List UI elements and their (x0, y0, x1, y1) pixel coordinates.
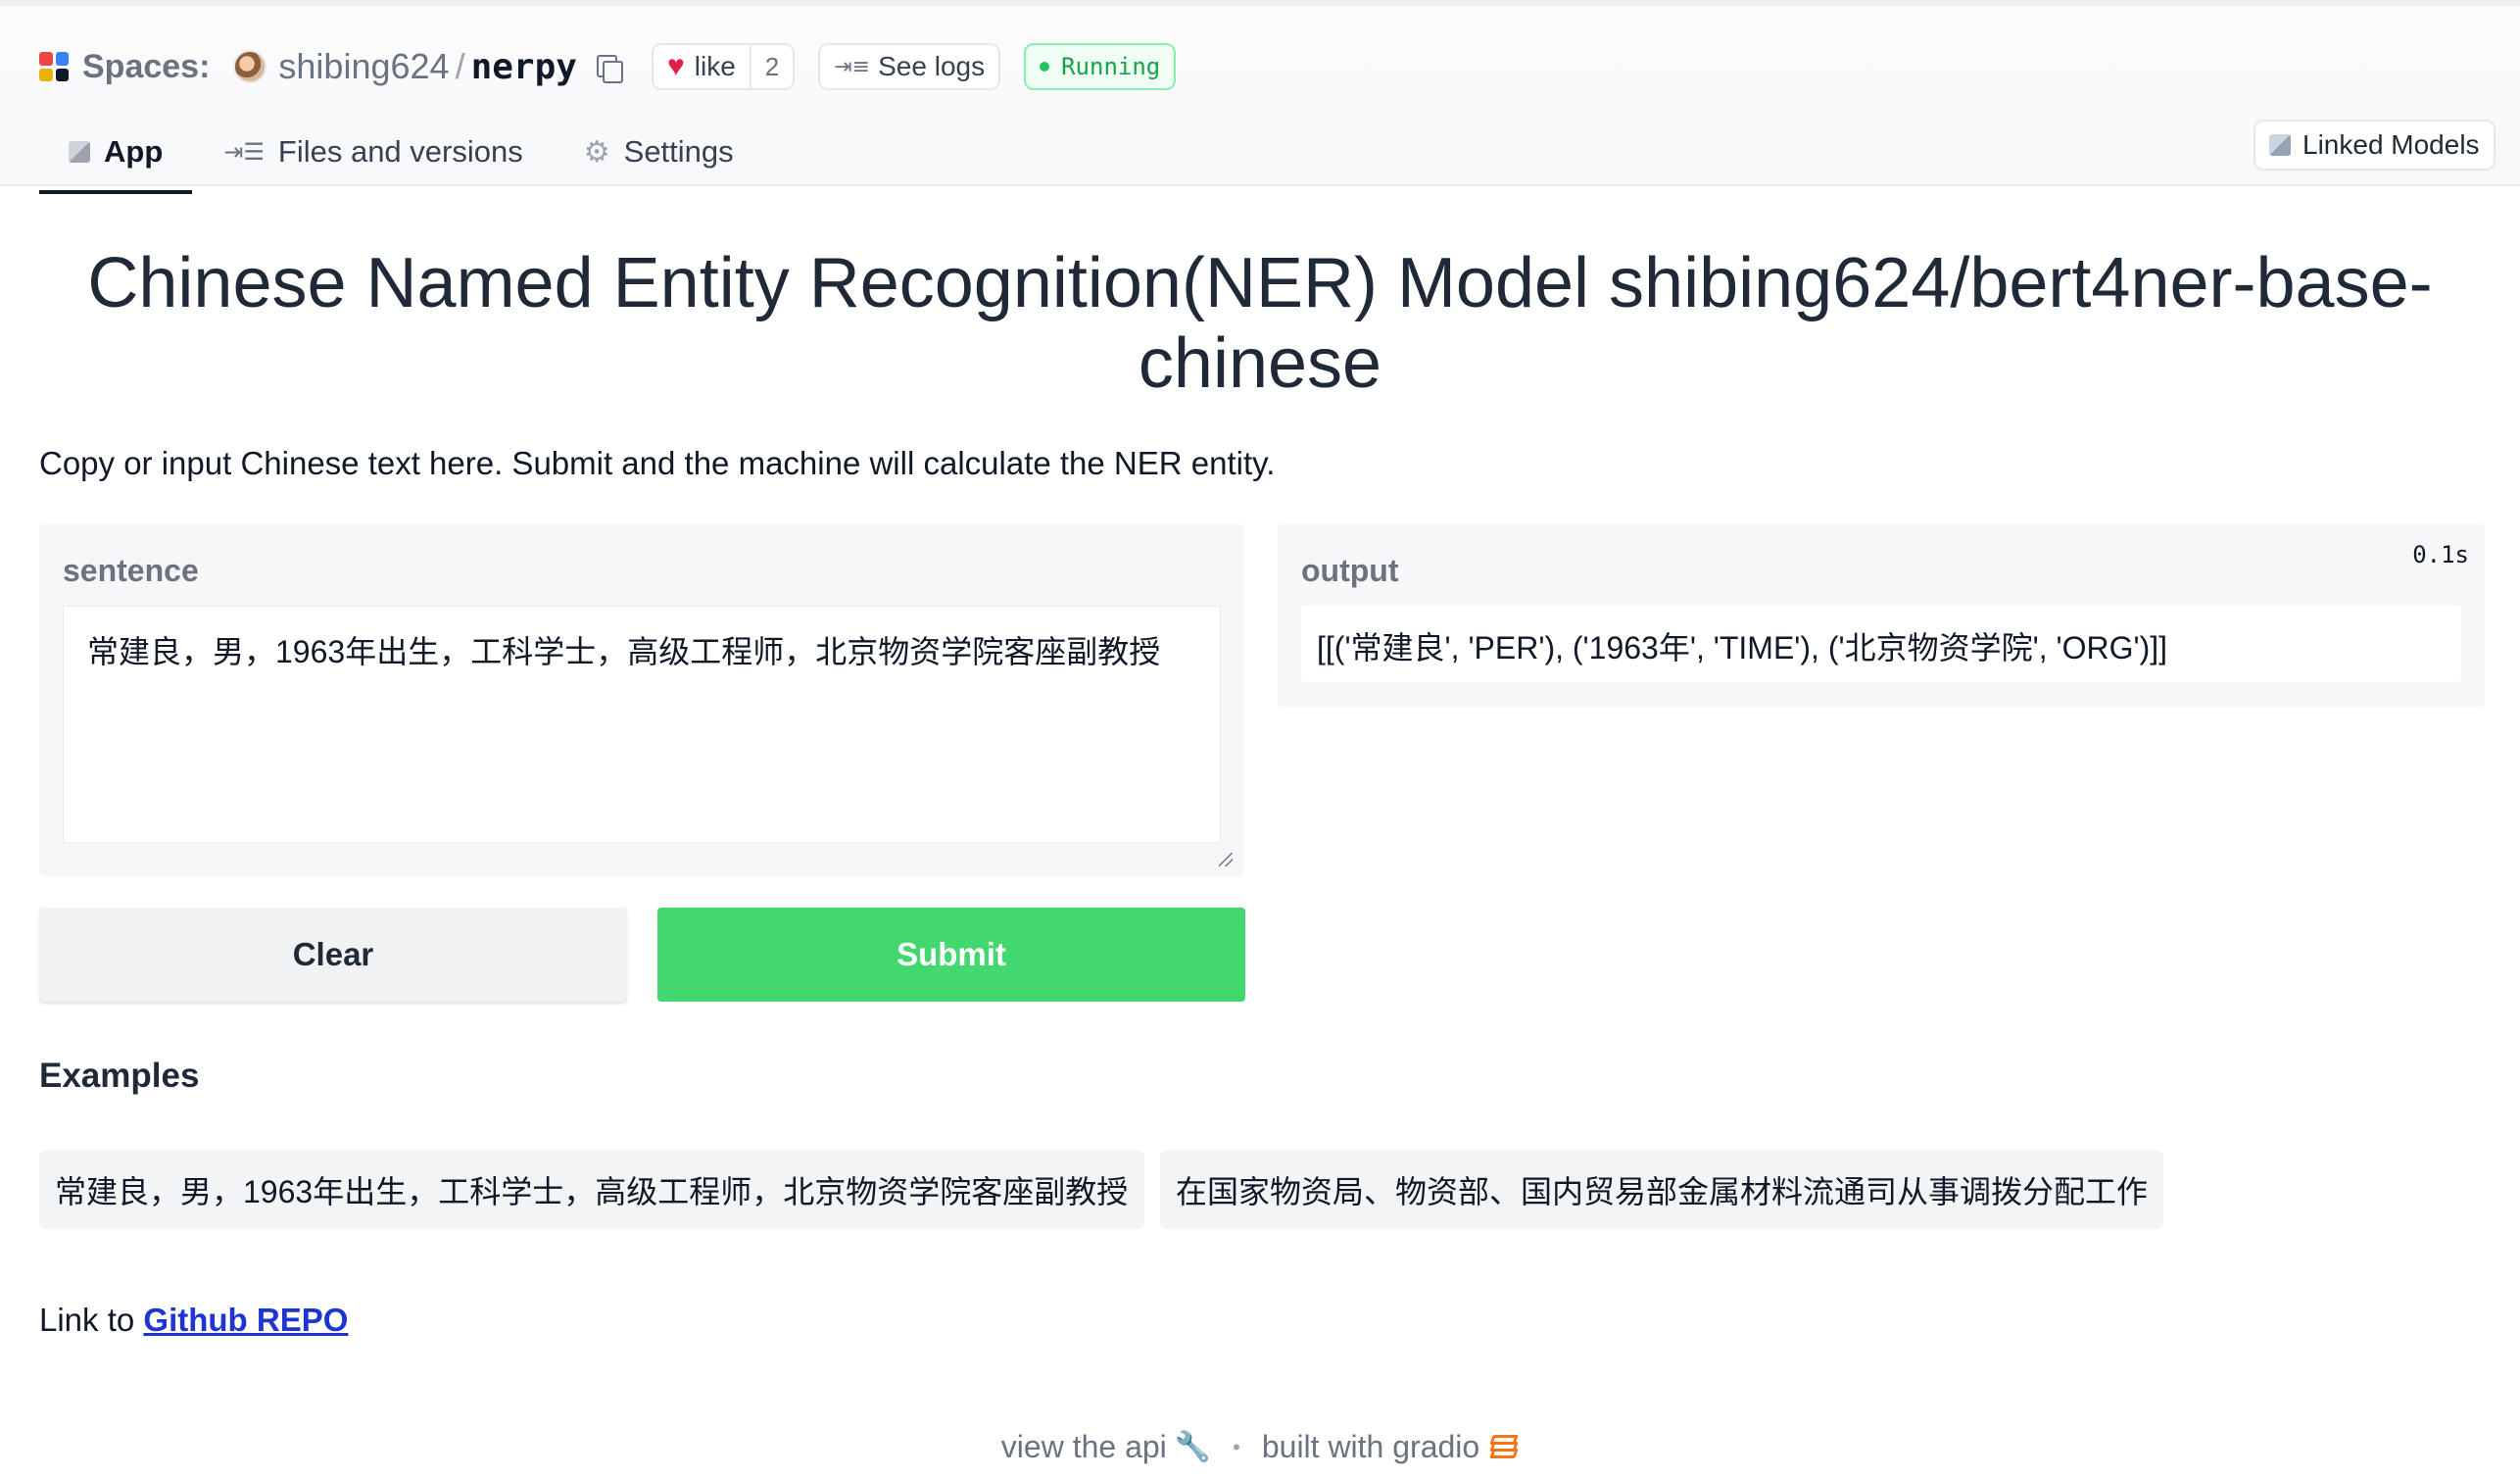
status-label: Running (1061, 53, 1161, 80)
input-panel: sentence 常建良，男，1963年出生，工科学士，高级工程师，北京物资学院… (39, 523, 1244, 876)
example-item[interactable]: 常建良，男，1963年出生，工科学士，高级工程师，北京物资学院客座副教授 (39, 1151, 1144, 1229)
like-label: like (694, 51, 736, 81)
tab-files-and-versions[interactable]: ⇥☰ Files and versions (194, 112, 552, 192)
owner-avatar[interactable] (233, 50, 267, 83)
output-textbox[interactable]: [[('常建良', 'PER'), ('1963年', 'TIME'), ('北… (1301, 606, 2461, 682)
space-topline: Spaces: shibing624 / nerpy ♥ like 2 ⇥≡ S… (39, 41, 1177, 92)
status-badge: Running (1024, 43, 1177, 90)
like-count[interactable]: 2 (749, 45, 793, 88)
path-separator: / (455, 46, 465, 86)
tab-app[interactable]: App (39, 112, 193, 194)
logs-icon: ⇥≡ (834, 54, 871, 79)
clear-button[interactable]: Clear (39, 908, 627, 1002)
wrench-icon: 🔧 (1174, 1430, 1212, 1464)
copy-icon[interactable] (593, 52, 623, 83)
app-description: Copy or input Chinese text here. Submit … (39, 445, 1276, 481)
example-item[interactable]: 在国家物资局、物资部、国内贸易部金属材料流通司从事调拨分配工作 (1160, 1151, 2163, 1229)
built-with-gradio-link[interactable]: built with gradio (1262, 1429, 1479, 1465)
resize-handle-icon[interactable] (1219, 853, 1233, 866)
owner-link[interactable]: shibing624 (278, 46, 449, 87)
heart-icon: ♥ (666, 50, 685, 82)
cube-icon (69, 141, 90, 163)
repo-name-link[interactable]: nerpy (471, 47, 577, 87)
submit-button[interactable]: Submit (657, 908, 1245, 1002)
sentence-label: sentence (63, 553, 199, 588)
output-panel: output 0.1s [[('常建良', 'PER'), ('1963年', … (1278, 523, 2485, 708)
footer-separator: • (1233, 1434, 1240, 1459)
like-toggle[interactable]: ♥ like (654, 45, 750, 88)
linked-models-label: Linked Models (2302, 129, 2480, 160)
spaces-logo-icon[interactable] (39, 52, 69, 81)
see-logs-button[interactable]: ⇥≡ See logs (818, 43, 1001, 90)
examples-heading: Examples (39, 1057, 200, 1095)
cube-icon (2269, 134, 2291, 156)
sentence-textarea[interactable]: 常建良，男，1963年出生，工科学士，高级工程师，北京物资学院客座副教授 (63, 606, 1221, 843)
status-dot-icon (1040, 62, 1050, 72)
space-header: Spaces: shibing624 / nerpy ♥ like 2 ⇥≡ S… (0, 0, 2520, 194)
linked-models-button[interactable]: Linked Models (2253, 120, 2496, 171)
files-icon: ⇥☰ (223, 138, 265, 166)
output-label: output (1301, 553, 1399, 588)
link-prefix: Link to (39, 1302, 144, 1338)
spaces-label[interactable]: Spaces: (82, 48, 210, 86)
github-repo-link[interactable]: Github REPO (143, 1302, 348, 1338)
gear-icon: ⚙ (583, 134, 610, 170)
view-api-link[interactable]: view the api (1001, 1429, 1167, 1465)
see-logs-label: See logs (878, 51, 986, 81)
footer: view the api 🔧 • built with gradio (0, 1429, 2520, 1465)
tab-settings-label: Settings (623, 134, 734, 169)
tab-app-label: App (104, 134, 164, 169)
tab-files-label: Files and versions (277, 134, 523, 169)
page-title: Chinese Named Entity Recognition(NER) Mo… (87, 244, 2433, 403)
space-tabs: App ⇥☰ Files and versions ⚙ Settings (39, 112, 765, 194)
gradio-logo-icon (1489, 1433, 1520, 1462)
like-button[interactable]: ♥ like 2 (651, 43, 796, 90)
repo-link-line: Link to Github REPO (39, 1302, 348, 1339)
elapsed-time: 0.1s (2412, 541, 2469, 568)
tab-settings[interactable]: ⚙ Settings (555, 112, 763, 192)
